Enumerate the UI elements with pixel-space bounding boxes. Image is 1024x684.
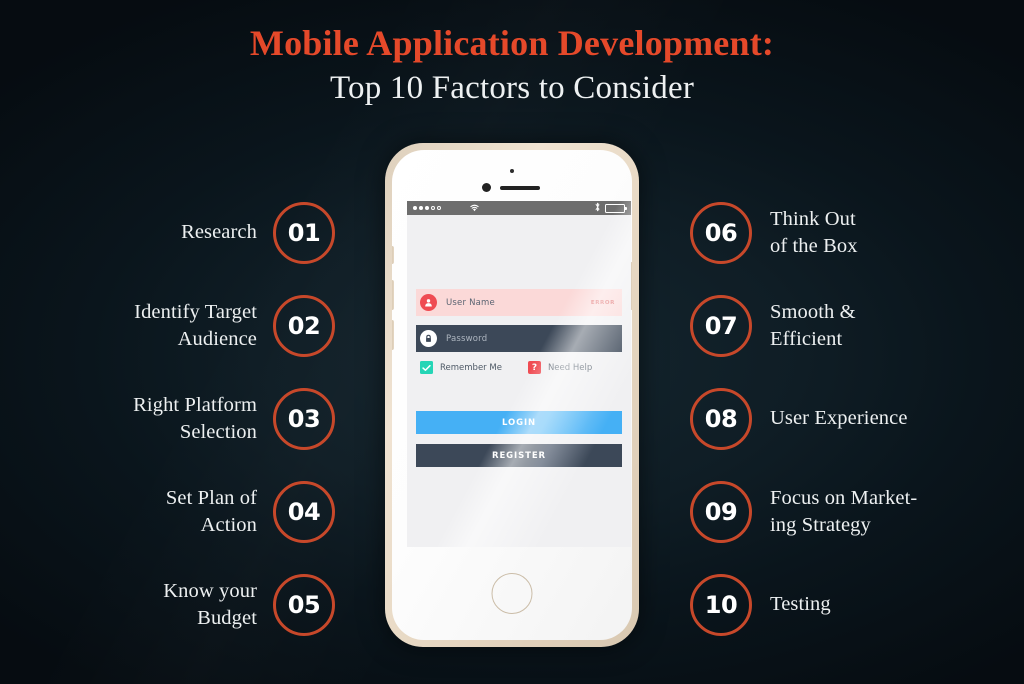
need-help-label[interactable]: Need Help [548, 363, 592, 373]
factor-item-07[interactable]: 07 Smooth & Efficient [690, 279, 980, 372]
factor-badge-07: 07 [690, 294, 752, 357]
status-bar-right-group [594, 202, 627, 214]
signal-strength-icon [413, 206, 441, 210]
username-error-label: ERROR [590, 299, 615, 306]
factor-item-01[interactable]: Research 01 [45, 186, 335, 279]
register-button[interactable]: REGISTER [416, 444, 622, 467]
factor-label-03: Right Platform Selection [133, 394, 257, 443]
factor-label-10: Testing [770, 593, 831, 616]
remember-me-label: Remember Me [440, 362, 502, 373]
password-placeholder: Password [446, 333, 488, 344]
help-icon[interactable]: ? [527, 361, 541, 374]
silence-switch-button[interactable] [392, 246, 394, 264]
page-title: Mobile Application Development: Top 10 F… [0, 22, 1024, 110]
factor-item-03[interactable]: Right Platform Selection 03 [45, 372, 335, 465]
infographic-canvas: Mobile Application Development: Top 10 F… [0, 0, 1024, 684]
factor-label-09: Focus on Market- ing Strategy [770, 487, 918, 536]
factor-badge-04: 04 [273, 480, 335, 543]
user-icon [420, 294, 437, 311]
home-button[interactable] [491, 573, 533, 614]
factor-label-07: Smooth & Efficient [770, 301, 856, 350]
factor-badge-03: 03 [273, 387, 335, 450]
factor-badge-09: 09 [690, 480, 752, 543]
volume-down-button[interactable] [392, 320, 394, 350]
wifi-icon [469, 203, 480, 214]
factor-label-08: User Experience [770, 407, 908, 430]
lock-icon [420, 330, 437, 347]
password-field[interactable]: Password [416, 325, 622, 352]
factor-label-05: Know your Budget [163, 580, 257, 629]
factor-item-05[interactable]: Know your Budget 05 [45, 558, 335, 651]
username-placeholder: User Name [446, 297, 495, 308]
title-sub-line: Top 10 Factors to Consider [329, 70, 695, 107]
factor-label-02: Identify Target Audience [134, 301, 257, 350]
title-main-line: Mobile Application Development: [249, 23, 775, 63]
factor-item-02[interactable]: Identify Target Audience 02 [45, 279, 335, 372]
factor-list-left: Research 01 Identify Target Audience 02 … [45, 186, 335, 651]
username-field[interactable]: User Name ERROR [416, 289, 622, 316]
factor-badge-02: 02 [273, 294, 335, 357]
factor-label-04: Set Plan of Action [165, 487, 257, 536]
factor-item-06[interactable]: 06 Think Out of the Box [690, 186, 980, 279]
bluetooth-icon [594, 202, 601, 214]
factor-badge-05: 05 [273, 573, 335, 636]
front-camera-icon [482, 183, 491, 192]
status-bar [407, 201, 631, 215]
factor-label-01: Research [181, 221, 257, 244]
factor-badge-10: 10 [690, 573, 752, 636]
proximity-sensor-icon [510, 169, 514, 173]
phone-body: User Name ERROR Password Remember Me ? N… [392, 150, 632, 640]
login-form: User Name ERROR Password Remember Me ? N… [407, 215, 631, 467]
factor-item-08[interactable]: 08 User Experience [690, 372, 980, 465]
volume-up-button[interactable] [392, 280, 394, 310]
form-options-row: Remember Me ? Need Help [416, 361, 622, 374]
factor-list-right: 06 Think Out of the Box 07 Smooth & Effi… [690, 186, 980, 651]
phone-screen: User Name ERROR Password Remember Me ? N… [407, 201, 631, 547]
factor-item-10[interactable]: 10 Testing [690, 558, 980, 651]
factor-label-06: Think Out of the Box [770, 208, 858, 257]
remember-me-checkbox[interactable] [420, 361, 433, 374]
factor-item-04[interactable]: Set Plan of Action 04 [45, 465, 335, 558]
factor-badge-01: 01 [273, 201, 335, 264]
phone-mockup: User Name ERROR Password Remember Me ? N… [385, 143, 639, 647]
factor-item-09[interactable]: 09 Focus on Market- ing Strategy [690, 465, 980, 558]
earpiece-speaker-icon [500, 186, 540, 190]
factor-badge-08: 08 [690, 387, 752, 450]
login-button[interactable]: LOGIN [416, 411, 622, 434]
factor-badge-06: 06 [690, 201, 752, 264]
battery-icon [605, 203, 627, 213]
